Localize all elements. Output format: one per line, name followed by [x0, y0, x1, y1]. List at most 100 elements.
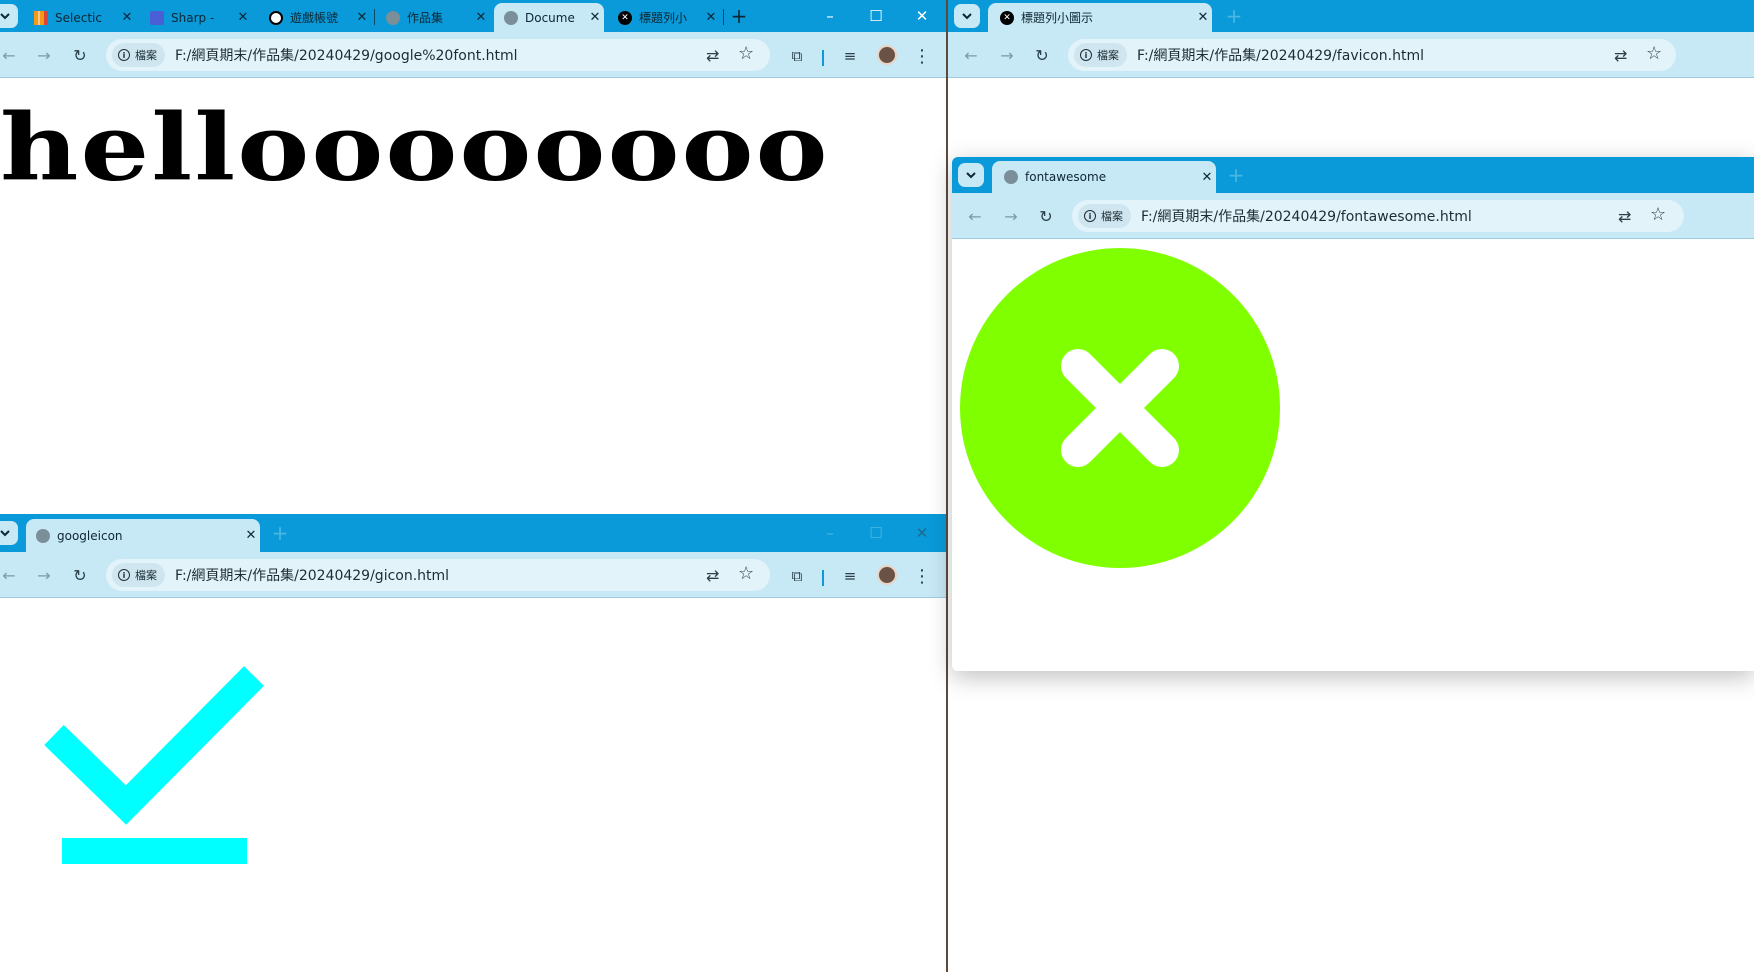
browser-window-google-font: Selectic ✕ Sharp - ✕ 遊戲帳號 ✕ 作品集 ✕ Docume… — [0, 0, 948, 512]
close-tab-icon[interactable]: ✕ — [586, 10, 604, 25]
translate-icon[interactable]: ⇄ — [706, 566, 719, 585]
media-control-icon[interactable]: ≡ — [839, 565, 861, 587]
new-tab-button[interactable]: + — [727, 4, 751, 28]
toolbar-divider — [822, 50, 824, 66]
tab-favicon[interactable]: ✕ 標題列小圖示 ✕ — [988, 3, 1212, 32]
toolbar-divider — [822, 570, 824, 586]
circle-xmark-icon — [960, 248, 1280, 568]
address-bar[interactable]: i 檔案 F:/網頁期末/作品集/20240429/favicon.html ⇄… — [1068, 39, 1676, 71]
profile-avatar[interactable] — [877, 565, 897, 585]
new-tab-button[interactable]: + — [1222, 4, 1246, 28]
browser-window-fontawesome: fontawesome ✕ + ← → ↻ i 檔案 F:/網頁期末/作品集/2… — [952, 157, 1754, 671]
tab-portfolio[interactable]: 作品集 ✕ — [380, 3, 490, 32]
back-button[interactable]: ← — [0, 44, 20, 66]
translate-icon[interactable]: ⇄ — [706, 46, 719, 65]
translate-icon[interactable]: ⇄ — [1614, 46, 1627, 65]
reload-button[interactable]: ↻ — [69, 44, 91, 66]
bookmark-star-icon[interactable]: ☆ — [1646, 43, 1662, 64]
tab-search-button[interactable] — [954, 4, 980, 28]
info-icon: i — [118, 569, 130, 581]
site-info-chip[interactable]: i 檔案 — [1074, 43, 1127, 67]
extensions-puzzle-icon[interactable]: ⧉ — [786, 45, 808, 67]
minimize-button[interactable]: – — [808, 514, 852, 552]
tab-document[interactable]: Docume ✕ — [494, 3, 604, 32]
tab-googleicon[interactable]: googleicon ✕ — [26, 519, 260, 552]
tab-separator — [723, 9, 724, 25]
close-window-button[interactable]: ✕ — [900, 0, 944, 32]
new-tab-button[interactable]: + — [1224, 163, 1248, 187]
reload-button[interactable]: ↻ — [1035, 205, 1057, 227]
address-bar[interactable]: i 檔案 F:/網頁期末/作品集/20240429/gicon.html ⇄ ☆ — [106, 559, 770, 591]
tab-search-button[interactable] — [958, 163, 984, 187]
forward-button[interactable]: → — [33, 564, 55, 586]
media-control-icon[interactable]: ≡ — [839, 45, 861, 67]
url-text[interactable]: F:/網頁期末/作品集/20240429/favicon.html — [1137, 45, 1424, 65]
back-button[interactable]: ← — [964, 205, 986, 227]
url-text[interactable]: F:/網頁期末/作品集/20240429/google%20font.html — [175, 45, 518, 65]
close-window-button[interactable]: ✕ — [900, 514, 944, 552]
back-button[interactable]: ← — [960, 44, 982, 66]
browser-toolbar: ← → ↻ i 檔案 F:/網頁期末/作品集/20240429/fontawes… — [952, 193, 1754, 239]
page-content: helloooooooo — [0, 78, 948, 512]
tab-label: fontawesome — [1025, 170, 1107, 184]
x-circle-icon: ✕ — [1000, 10, 1014, 25]
new-tab-button[interactable]: + — [268, 521, 292, 545]
site-info-chip[interactable]: i 檔案 — [1078, 204, 1131, 228]
tab-game-account[interactable]: 遊戲帳號 ✕ — [261, 3, 371, 32]
site-info-chip[interactable]: i 檔案 — [112, 563, 165, 587]
stripes-icon — [34, 10, 48, 25]
close-tab-icon[interactable]: ✕ — [702, 10, 720, 25]
close-tab-icon[interactable]: ✕ — [234, 10, 252, 25]
maximize-button[interactable]: ☐ — [854, 514, 898, 552]
tab-strip: googleicon ✕ + – ☐ ✕ — [0, 514, 948, 552]
x-circle-icon: ✕ — [618, 10, 632, 25]
close-tab-icon[interactable]: ✕ — [353, 10, 371, 25]
browser-toolbar: ← → ↻ i 檔案 F:/網頁期末/作品集/20240429/gicon.ht… — [0, 552, 948, 598]
reload-button[interactable]: ↻ — [69, 564, 91, 586]
globe-icon — [1004, 170, 1018, 184]
site-info-label: 檔案 — [135, 569, 157, 582]
tab-search-button[interactable] — [0, 521, 18, 545]
maximize-button[interactable]: ☐ — [854, 0, 898, 32]
url-text[interactable]: F:/網頁期末/作品集/20240429/gicon.html — [175, 565, 449, 585]
tab-label: 標題列小 — [639, 11, 688, 25]
bookmark-star-icon[interactable]: ☆ — [1650, 204, 1666, 225]
menu-kebab-icon[interactable]: ⋮ — [911, 565, 933, 587]
gothic-hello-text: helloooooooo — [0, 94, 830, 202]
tab-separator — [374, 9, 375, 25]
reload-button[interactable]: ↻ — [1031, 44, 1053, 66]
bookmark-star-icon[interactable]: ☆ — [738, 43, 754, 64]
address-bar[interactable]: i 檔案 F:/網頁期末/作品集/20240429/fontawesome.ht… — [1072, 200, 1684, 232]
url-text[interactable]: F:/網頁期末/作品集/20240429/fontawesome.html — [1141, 206, 1472, 226]
bookmark-star-icon[interactable]: ☆ — [738, 563, 754, 584]
browser-window-google-icon: googleicon ✕ + – ☐ ✕ ← → ↻ i 檔案 F:/網頁期末/… — [0, 514, 948, 972]
tab-selection[interactable]: Selectic ✕ — [26, 3, 136, 32]
extensions-puzzle-icon[interactable]: ⧉ — [786, 565, 808, 587]
profile-avatar[interactable] — [877, 45, 897, 65]
forward-button[interactable]: → — [1000, 205, 1022, 227]
menu-kebab-icon[interactable]: ⋮ — [911, 45, 933, 67]
forward-button[interactable]: → — [33, 44, 55, 66]
tab-title-icon[interactable]: ✕ 標題列小 ✕ — [610, 3, 720, 32]
address-bar[interactable]: i 檔案 F:/網頁期末/作品集/20240429/google%20font.… — [106, 39, 770, 71]
minimize-button[interactable]: – — [808, 0, 852, 32]
tab-label: 遊戲帳號 — [290, 11, 339, 25]
info-icon: i — [118, 49, 130, 61]
close-tab-icon[interactable]: ✕ — [242, 528, 260, 543]
info-icon: i — [1080, 49, 1092, 61]
close-tab-icon[interactable]: ✕ — [1194, 10, 1212, 25]
tab-sharp[interactable]: Sharp - ✕ — [142, 3, 252, 32]
close-tab-icon[interactable]: ✕ — [1198, 170, 1216, 185]
tab-fontawesome[interactable]: fontawesome ✕ — [992, 161, 1216, 193]
tab-search-button[interactable] — [0, 4, 18, 28]
close-tab-icon[interactable]: ✕ — [118, 10, 136, 25]
back-button[interactable]: ← — [0, 564, 20, 586]
forward-button[interactable]: → — [996, 44, 1018, 66]
close-tab-icon[interactable]: ✕ — [472, 10, 490, 25]
info-icon: i — [1084, 210, 1096, 222]
site-info-label: 檔案 — [135, 49, 157, 62]
tab-strip: Selectic ✕ Sharp - ✕ 遊戲帳號 ✕ 作品集 ✕ Docume… — [0, 0, 948, 32]
translate-icon[interactable]: ⇄ — [1618, 207, 1631, 226]
site-info-chip[interactable]: i 檔案 — [112, 43, 165, 67]
page-content — [952, 239, 1754, 671]
